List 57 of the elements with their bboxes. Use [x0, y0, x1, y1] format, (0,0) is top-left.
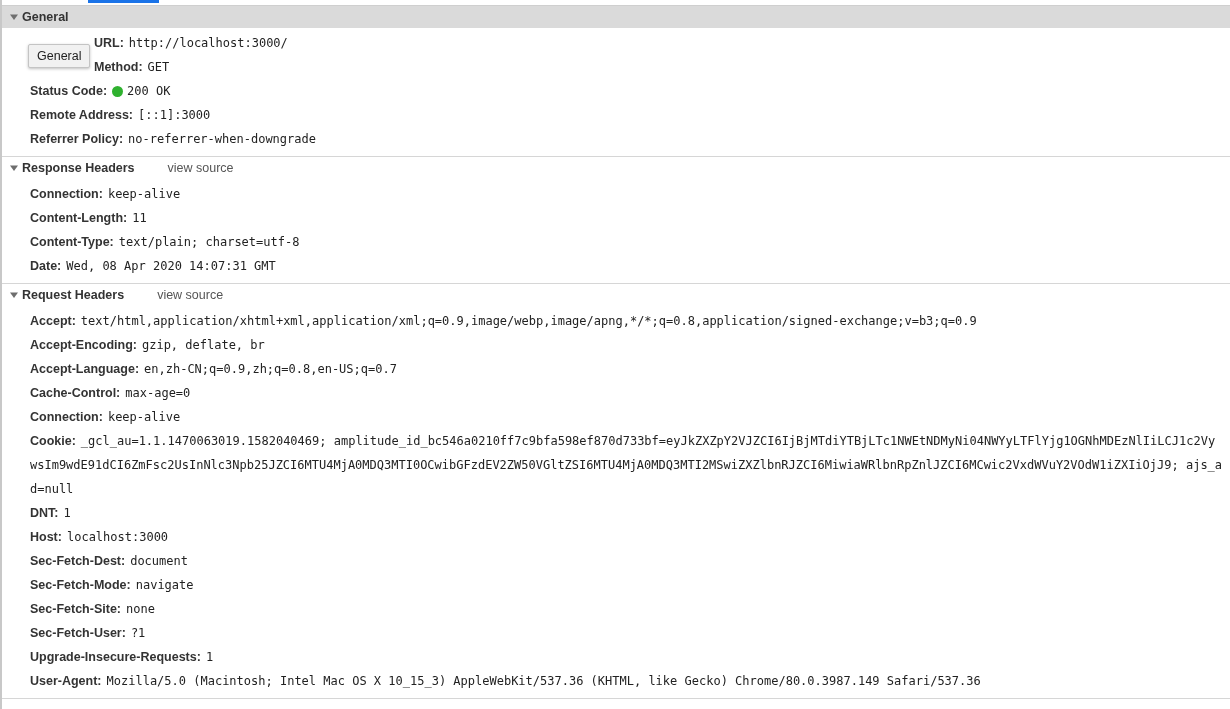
header-name: DNT: [30, 506, 59, 520]
collapse-triangle-icon[interactable] [10, 291, 18, 299]
section-title[interactable]: Response Headers [22, 161, 135, 175]
header-name: Date: [30, 259, 62, 273]
header-value: [::1]:3000 [138, 108, 211, 122]
header-name: Content-Type: [30, 235, 114, 249]
header-name: Sec-Fetch-Site: [30, 602, 121, 616]
header-name: Referrer Policy: [30, 132, 124, 146]
header-value: max-age=0 [125, 386, 191, 400]
header-value: _gcl_au=1.1.1470063019.1582040469; amplitude_id_bc546a0210ff7c9bfa598ef870d733bf=eyJkZXZpY2VJZCI6IjBjMTdiYTBjLTc1NWEtNDMyNi04NWYyLTFlYjg1OGNhMDEzNlIiLCJ1c2Vy [80, 434, 1216, 448]
header-name: User-Agent: [30, 674, 102, 688]
view-source-link[interactable]: view source [167, 161, 234, 175]
header-value: keep-alive [107, 410, 181, 424]
header-name: Connection: [30, 187, 103, 201]
header-name: Host: [30, 530, 62, 544]
header-value: text/html,application/xhtml+xml,application/xml;q=0.9,image/webp,image/apng,*/*;q=0.8,application/signed-exchange;v=b3;q=0.9 [80, 314, 977, 328]
header-name: Remote Address: [30, 108, 134, 122]
header-value: navigate [135, 578, 194, 592]
header-value: 1 [205, 650, 214, 664]
header-name: Accept: [30, 314, 76, 328]
header-name: Accept-Language: [30, 362, 140, 376]
header-value: ?1 [130, 626, 146, 640]
header-value: http://localhost:3000/ [128, 36, 288, 50]
header-name: Status Code: [30, 84, 108, 98]
header-name: Connection: [30, 410, 103, 424]
header-name: Cache-Control: [30, 386, 121, 400]
header-value: 1 [63, 506, 71, 520]
header-value: en,zh-CN;q=0.9,zh;q=0.8,en-US;q=0.7 [144, 362, 397, 376]
header-value: 11 [132, 211, 147, 225]
header-value: keep-alive [107, 187, 181, 201]
header-name: Upgrade-Insecure-Requests: [30, 650, 201, 664]
view-source-link[interactable]: view source [157, 288, 224, 302]
header-value: no-referrer-when-downgrade [128, 132, 316, 146]
header-value: Wed, 08 Apr 2020 14:07:31 GMT [66, 259, 276, 273]
header-value: text/plain; charset=utf-8 [118, 235, 300, 249]
header-name: Cookie: [30, 434, 76, 448]
header-value: GET [147, 60, 170, 74]
header-value: gzip, deflate, br [141, 338, 265, 352]
collapse-triangle-icon[interactable] [10, 13, 18, 21]
header-value: none [126, 602, 155, 616]
header-value: d=null [30, 482, 74, 496]
tooltip: General [28, 44, 91, 68]
header-name: Accept-Encoding: [30, 338, 137, 352]
header-name: Sec-Fetch-Mode: [30, 578, 131, 592]
header-name: Sec-Fetch-Dest: [30, 554, 126, 568]
header-value: document [130, 554, 188, 568]
header-value: 200 OK [127, 84, 171, 98]
header-value: localhost:3000 [66, 530, 169, 544]
section-title[interactable]: General [22, 10, 69, 24]
header-name: Method: [94, 60, 143, 74]
header-value: wsIm9wdE91dCI6ZmFsc2UsInNlc3Npb25JZCI6MTU4MjA0MDQ3MTI0OCwibGFzdEV2ZW50VGltZSI6MTU4MjA0MDQ3MTI2MSwiZXZlbnRJZCI6MiwiaWRlbnRpZnlJZCI6MCwic2VxdWVuY2VOdW1iZXIiOjJ9; ajs_a [30, 458, 1223, 472]
header-name: Content-Length: [30, 211, 128, 225]
collapse-triangle-icon[interactable] [10, 164, 18, 172]
section-title[interactable]: Request Headers [22, 288, 125, 302]
header-value: Mozilla/5.0 (Macintosh; Intel Mac OS X 10_15_3) AppleWebKit/537.36 (KHTML, like Gecko) Chrome/80.0.3987.149 Safari/537.36 [106, 674, 981, 688]
header-name: URL: [94, 36, 124, 50]
header-name: Sec-Fetch-User: [30, 626, 126, 640]
